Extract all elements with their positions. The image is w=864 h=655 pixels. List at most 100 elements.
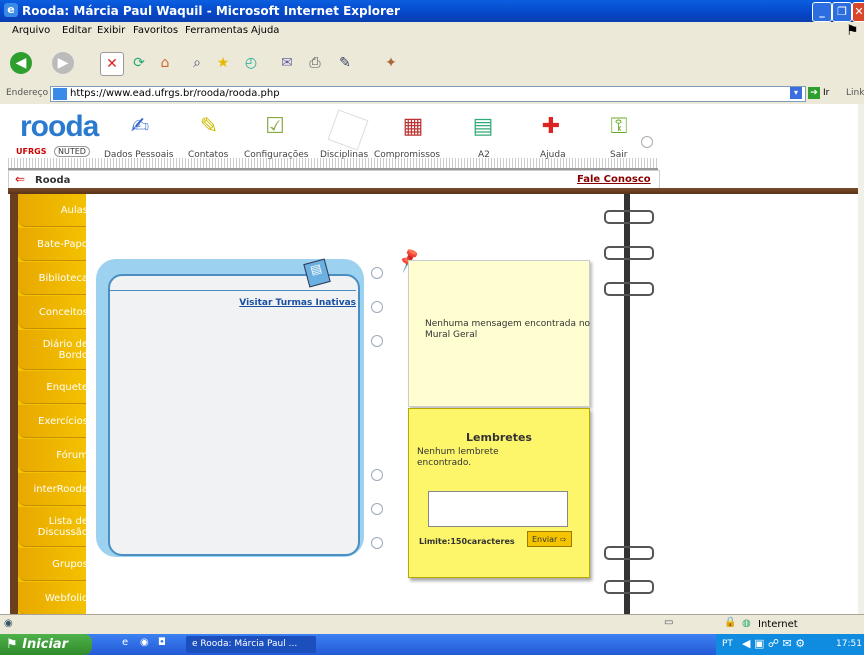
sidebar-item-grupos[interactable]: Grupos bbox=[18, 548, 92, 581]
system-tray: PT ◀ ▣ ☍ ✉ ⚙ 17:51 bbox=[716, 634, 864, 655]
ajuda-icon[interactable]: ✚ bbox=[536, 112, 566, 142]
rooda-logo[interactable]: rooda bbox=[20, 110, 99, 144]
taskbar: ⚑ Iniciar e ◉ ◘ e Rooda: Márcia Paul ...… bbox=[0, 634, 864, 655]
address-input[interactable]: https://www.ead.ufrgs.br/rooda/rooda.php bbox=[50, 86, 806, 102]
card-ring bbox=[371, 301, 383, 313]
arrow-left-icon: ⇐ bbox=[15, 172, 26, 186]
taskbar-item-rooda[interactable]: e Rooda: Márcia Paul ... bbox=[186, 636, 316, 653]
compromissos-icon[interactable]: ▦ bbox=[398, 112, 428, 142]
language-indicator[interactable]: PT bbox=[722, 639, 733, 649]
configuracoes-icon[interactable]: ☑ bbox=[260, 112, 290, 142]
status-bar: ◉ ▭ 🔒 ◍ Internet bbox=[0, 614, 864, 635]
sidebar-item-forum[interactable]: Fórum bbox=[18, 439, 92, 472]
dados-pessoais-icon[interactable]: ✍ bbox=[125, 112, 155, 142]
quicklaunch-ie-icon[interactable]: e bbox=[122, 637, 128, 648]
header-ruler bbox=[8, 158, 658, 168]
page-content: rooda UFRGS NUTED ✍ ✎ ☑ ▦ ▤ ✚ ⚿ Dados Pe… bbox=[0, 104, 858, 614]
frame-icon: ▭ bbox=[664, 617, 674, 628]
sidebar-item-conceitos[interactable]: Conceitos bbox=[18, 296, 92, 329]
windows-flag-icon: ⚑ bbox=[846, 23, 859, 39]
sidebar-item-diario-de-bordo[interactable]: Diário de Bordo bbox=[18, 330, 92, 370]
address-url: https://www.ead.ufrgs.br/rooda/rooda.php bbox=[70, 88, 280, 99]
spine-ring bbox=[604, 282, 654, 296]
page-icon bbox=[53, 88, 67, 100]
enviar-label: Enviar bbox=[532, 534, 558, 544]
home-icon[interactable]: ⌂ bbox=[154, 52, 176, 74]
maximize-button[interactable]: ❐ bbox=[832, 2, 852, 22]
quicklaunch-icon[interactable]: ◉ bbox=[140, 637, 149, 648]
breadcrumb-home-link[interactable]: Rooda bbox=[35, 175, 70, 186]
sidebar-item-lista-de-discussao[interactable]: Lista de Discussão bbox=[18, 507, 92, 547]
start-label: Iniciar bbox=[22, 637, 69, 652]
address-label: Endereço bbox=[6, 88, 49, 98]
turmas-card-inner: Visitar Turmas Inativas bbox=[108, 274, 360, 556]
contatos-icon[interactable]: ✎ bbox=[194, 112, 224, 142]
edit-icon[interactable]: ✎ bbox=[334, 52, 356, 74]
sidebar-item-bate-papo[interactable]: Bate-Papo bbox=[18, 228, 92, 261]
spine-ring bbox=[604, 210, 654, 224]
card-divider bbox=[108, 290, 356, 291]
spine-ring bbox=[604, 246, 654, 260]
vertical-scrollbar[interactable] bbox=[858, 104, 864, 614]
ie-icon: e bbox=[4, 3, 18, 17]
menu-ajuda[interactable]: Ajuda bbox=[251, 25, 279, 36]
back-icon[interactable]: ◀ bbox=[10, 52, 32, 74]
links-label[interactable]: Link bbox=[846, 88, 864, 98]
address-bar: Endereço https://www.ead.ufrgs.br/rooda/… bbox=[0, 84, 864, 105]
fale-conosco-link[interactable]: Fale Conosco bbox=[577, 174, 651, 185]
page-status-icon: ◉ bbox=[4, 618, 13, 629]
mural-geral-note: Nenhuma mensagem encontrada no Mural Ger… bbox=[408, 260, 590, 407]
browser-toolbar: ◀ ▶ ✕ ⟳ ⌂ ⌕ ★ ◴ ✉ ⎙ ✎ ✦ bbox=[0, 40, 864, 85]
address-dropdown-icon[interactable]: ▾ bbox=[790, 87, 802, 99]
sair-icon[interactable]: ⚿ bbox=[604, 112, 634, 142]
lembretes-note: Lembretes Nenhum lembrete encontrado. Li… bbox=[408, 408, 590, 578]
close-button[interactable]: ✕ bbox=[852, 2, 864, 22]
menu-arquivo[interactable]: Arquivo bbox=[12, 25, 50, 36]
lembrete-textarea[interactable] bbox=[428, 491, 568, 527]
nuted-logo: NUTED bbox=[54, 146, 90, 157]
menu-exibir[interactable]: Exibir bbox=[97, 25, 125, 36]
window-title-bar[interactable]: e Rooda: Márcia Paul Waquil - Microsoft … bbox=[0, 0, 864, 22]
minimize-button[interactable]: _ bbox=[812, 2, 832, 22]
sidebar-item-enquete[interactable]: Enquete bbox=[18, 371, 92, 404]
card-ring bbox=[371, 335, 383, 347]
menu-ferramentas[interactable]: Ferramentas bbox=[185, 25, 248, 36]
disciplinas-icon[interactable] bbox=[327, 109, 369, 151]
sidebar-item-interrooda[interactable]: interRooda bbox=[18, 473, 92, 506]
enviar-button[interactable]: Enviar ⇨ bbox=[527, 531, 572, 547]
tray-icons[interactable]: ◀ ▣ ☍ ✉ ⚙ bbox=[742, 637, 805, 650]
sidebar-item-exercicios[interactable]: Exercícios bbox=[18, 405, 92, 438]
lock-icon: 🔒 bbox=[724, 617, 737, 628]
lembretes-message: Nenhum lembrete encontrado. bbox=[417, 447, 499, 468]
search-icon[interactable]: ⌕ bbox=[186, 52, 208, 74]
mail-icon[interactable]: ✉ bbox=[276, 52, 298, 74]
menu-editar[interactable]: Editar bbox=[62, 25, 92, 36]
menu-bar: Arquivo Editar Exibir Favoritos Ferramen… bbox=[0, 22, 864, 41]
a2-icon[interactable]: ▤ bbox=[468, 112, 498, 142]
messenger-icon[interactable]: ✦ bbox=[380, 52, 402, 74]
go-icon[interactable]: ➔ bbox=[808, 87, 820, 99]
refresh-icon[interactable]: ⟳ bbox=[128, 52, 150, 74]
quicklaunch-desktop-icon[interactable]: ◘ bbox=[158, 637, 166, 648]
stop-icon[interactable]: ✕ bbox=[100, 52, 124, 76]
card-ring bbox=[371, 469, 383, 481]
menu-favoritos[interactable]: Favoritos bbox=[133, 25, 178, 36]
window-title: Rooda: Márcia Paul Waquil - Microsoft In… bbox=[22, 4, 400, 18]
go-button[interactable]: Ir bbox=[823, 88, 829, 98]
print-icon[interactable]: ⎙ bbox=[304, 52, 326, 74]
lembretes-title: Lembretes bbox=[466, 431, 532, 444]
sidebar-item-biblioteca[interactable]: Biblioteca bbox=[18, 262, 92, 295]
spine-ring bbox=[604, 546, 654, 560]
internet-zone-icon: ◍ bbox=[742, 618, 751, 629]
forward-icon[interactable]: ▶ bbox=[52, 52, 74, 74]
visitar-turmas-inativas-link[interactable]: Visitar Turmas Inativas bbox=[239, 298, 356, 308]
mural-message: Nenhuma mensagem encontrada no Mural Ger… bbox=[425, 319, 591, 340]
sidebar-item-webfolio[interactable]: Webfolio bbox=[18, 582, 92, 614]
spine-ring bbox=[604, 580, 654, 594]
sidebar-item-aulas[interactable]: Aulas bbox=[18, 194, 92, 227]
header-ring bbox=[641, 136, 653, 148]
favorites-icon[interactable]: ★ bbox=[212, 52, 234, 74]
history-icon[interactable]: ◴ bbox=[240, 52, 262, 74]
windows-logo-icon: ⚑ bbox=[6, 637, 18, 652]
start-button[interactable]: ⚑ Iniciar bbox=[0, 634, 92, 655]
